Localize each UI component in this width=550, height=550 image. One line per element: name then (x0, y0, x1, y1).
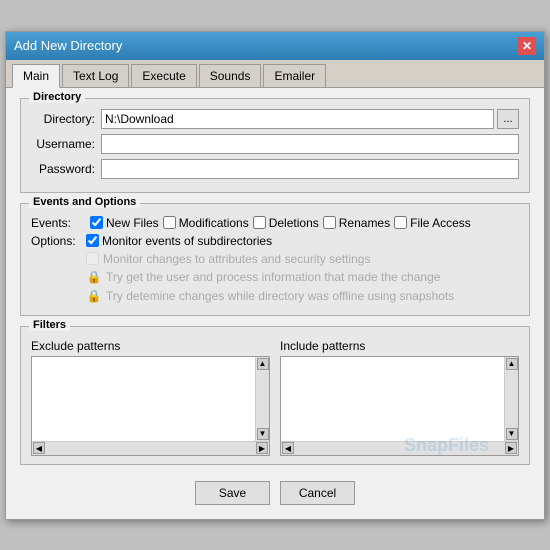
filters-group: Filters Exclude patterns ▲ ▼ (20, 326, 530, 465)
event-file-access-checkbox[interactable] (394, 216, 407, 229)
lock-icon-1: 🔒 (86, 269, 102, 285)
include-scroll-up[interactable]: ▲ (506, 358, 518, 370)
option-attributes: Monitor changes to attributes and securi… (86, 252, 519, 266)
events-options-group: Events and Options Events: New Files Mod… (20, 203, 530, 316)
title-bar: Add New Directory ✕ (6, 32, 544, 60)
events-row: Events: New Files Modifications Deletion… (31, 216, 519, 230)
tab-textlog[interactable]: Text Log (62, 64, 129, 87)
tab-sounds[interactable]: Sounds (199, 64, 262, 87)
exclude-area[interactable] (32, 357, 255, 441)
events-label: Events: (31, 216, 86, 230)
tab-execute[interactable]: Execute (131, 64, 196, 87)
username-row: Username: (31, 134, 519, 154)
exclude-inner: ▲ ▼ (32, 357, 269, 441)
main-content: Directory Directory: ... Username: Passw… (6, 88, 544, 519)
options-label: Options: (31, 234, 86, 248)
tab-emailer[interactable]: Emailer (263, 64, 326, 87)
exclude-scrollbar-h: ◀ ▶ (32, 441, 269, 455)
event-renames[interactable]: Renames (323, 216, 390, 230)
include-scroll-down[interactable]: ▼ (506, 428, 518, 440)
event-modifications[interactable]: Modifications (163, 216, 249, 230)
include-scroll-left[interactable]: ◀ (282, 442, 294, 454)
event-new-files-checkbox[interactable] (90, 216, 103, 229)
option-snapshots: 🔒 Try detemine changes while directory w… (86, 288, 519, 304)
directory-label: Directory: (31, 112, 101, 126)
include-area[interactable] (281, 357, 504, 441)
event-new-files[interactable]: New Files (90, 216, 159, 230)
exclude-textarea-wrap: ▲ ▼ ◀ ▶ (31, 356, 270, 456)
include-patterns-col: Include patterns ▲ ▼ ◀ ▶ (280, 339, 519, 456)
filters-row: Exclude patterns ▲ ▼ ◀ ▶ (31, 339, 519, 456)
directory-section-title: Directory (29, 91, 85, 103)
exclude-patterns-col: Exclude patterns ▲ ▼ ◀ ▶ (31, 339, 270, 456)
option-subdirectories-checkbox[interactable] (86, 234, 99, 247)
option-user-process: 🔒 Try get the user and process informati… (86, 269, 519, 285)
include-scroll-right[interactable]: ▶ (505, 442, 517, 454)
include-scrollbar-v: ▲ ▼ (504, 357, 518, 441)
browse-button[interactable]: ... (497, 109, 519, 129)
include-inner: ▲ ▼ (281, 357, 518, 441)
directory-group: Directory Directory: ... Username: Passw… (20, 98, 530, 193)
tab-bar: Main Text Log Execute Sounds Emailer (6, 60, 544, 88)
event-modifications-checkbox[interactable] (163, 216, 176, 229)
exclude-scrollbar-v: ▲ ▼ (255, 357, 269, 441)
buttons-row: Save Cancel (20, 475, 530, 509)
save-button[interactable]: Save (195, 481, 270, 505)
option-subdirectories[interactable]: Monitor events of subdirectories (86, 234, 272, 248)
username-input[interactable] (101, 134, 519, 154)
password-label: Password: (31, 162, 101, 176)
password-input[interactable] (101, 159, 519, 179)
password-row: Password: (31, 159, 519, 179)
event-deletions[interactable]: Deletions (253, 216, 319, 230)
main-window: Add New Directory ✕ Main Text Log Execut… (5, 31, 545, 520)
exclude-scroll-down[interactable]: ▼ (257, 428, 269, 440)
tab-main[interactable]: Main (12, 64, 60, 88)
event-file-access[interactable]: File Access (394, 216, 471, 230)
exclude-scroll-right[interactable]: ▶ (256, 442, 268, 454)
event-renames-checkbox[interactable] (323, 216, 336, 229)
option-attributes-checkbox (86, 252, 99, 265)
directory-row: Directory: ... (31, 109, 519, 129)
event-deletions-checkbox[interactable] (253, 216, 266, 229)
exclude-scroll-left[interactable]: ◀ (33, 442, 45, 454)
username-label: Username: (31, 137, 101, 151)
lock-icon-2: 🔒 (86, 288, 102, 304)
include-patterns-label: Include patterns (280, 339, 519, 353)
filters-section-title: Filters (29, 319, 70, 331)
directory-input[interactable] (101, 109, 494, 129)
events-section-title: Events and Options (29, 196, 140, 208)
exclude-scroll-up[interactable]: ▲ (257, 358, 269, 370)
exclude-patterns-label: Exclude patterns (31, 339, 270, 353)
close-button[interactable]: ✕ (518, 37, 536, 55)
window-title: Add New Directory (14, 38, 122, 53)
options-row-1: Options: Monitor events of subdirectorie… (31, 234, 519, 248)
include-textarea-wrap: ▲ ▼ ◀ ▶ (280, 356, 519, 456)
cancel-button[interactable]: Cancel (280, 481, 355, 505)
include-scrollbar-h: ◀ ▶ (281, 441, 518, 455)
